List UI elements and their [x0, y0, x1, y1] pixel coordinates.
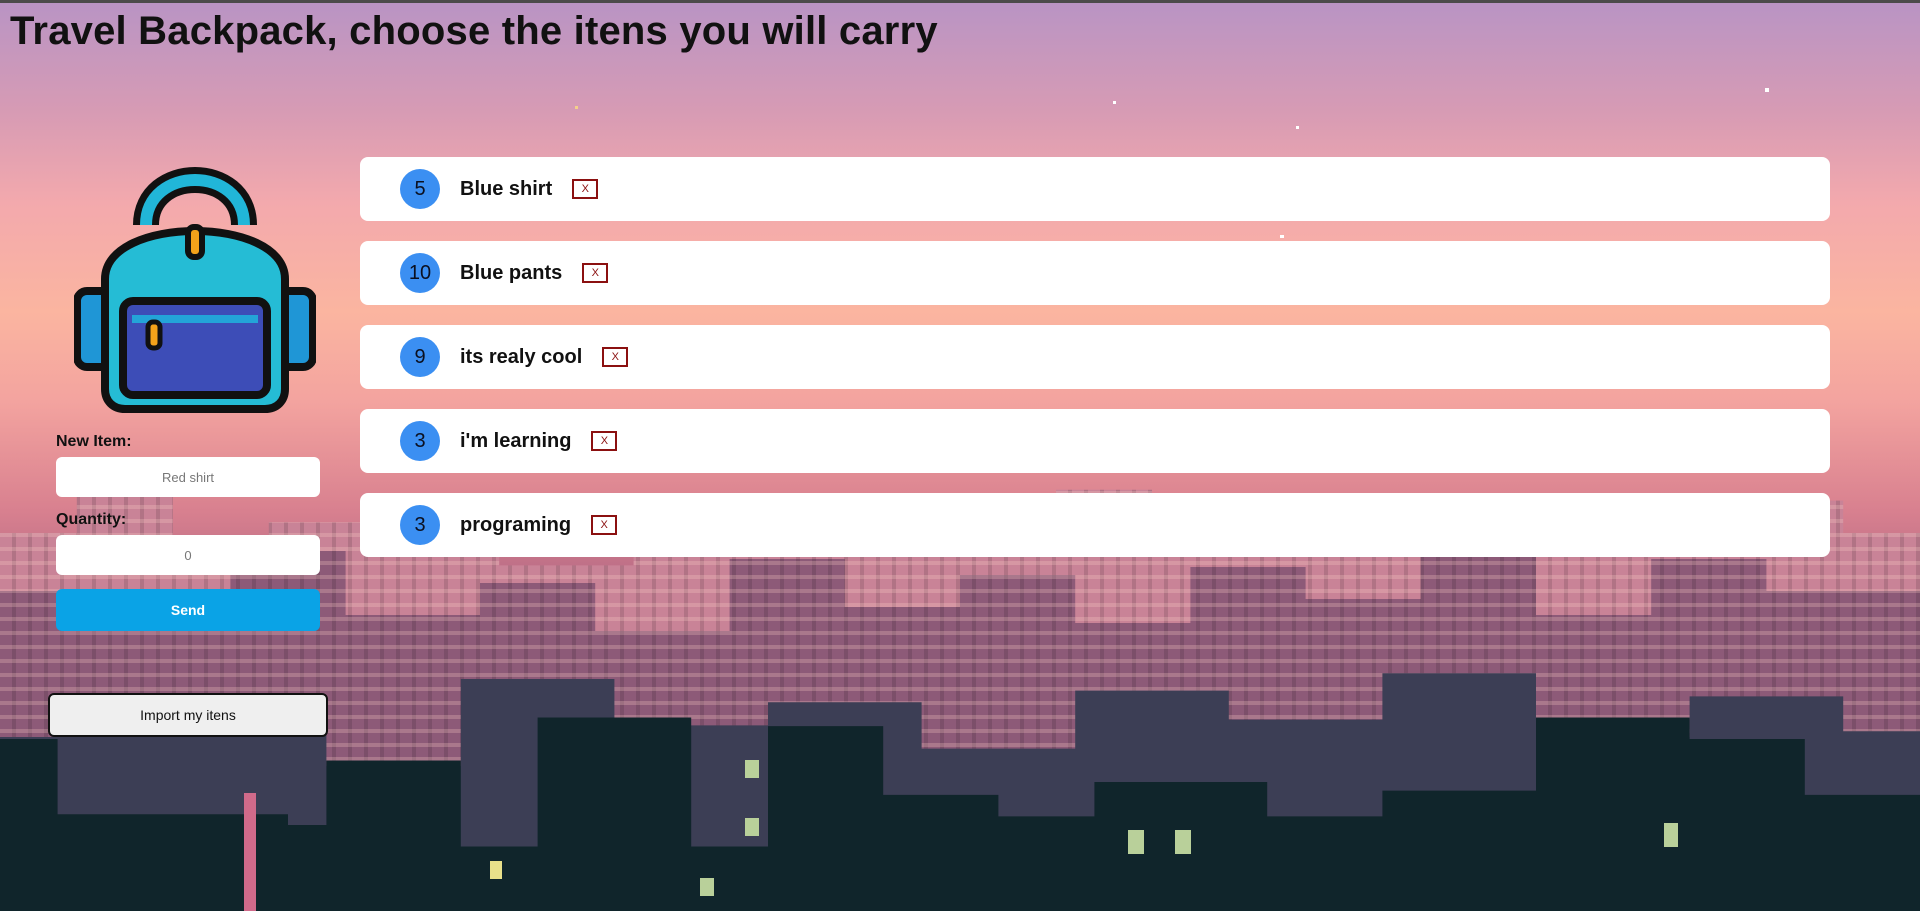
item-name: its realy cool	[460, 345, 583, 368]
pink-tower	[244, 793, 256, 911]
list-item: 5 Blue shirt X	[360, 157, 1830, 221]
page: Travel Backpack, choose the itens you wi…	[0, 0, 1920, 911]
list-item: 9 its realy cool X	[360, 325, 1830, 389]
import-items-button[interactable]: Import my itens	[48, 693, 328, 737]
new-item-label: New Item:	[56, 433, 132, 450]
lit-window	[1664, 823, 1678, 847]
send-button[interactable]: Send	[56, 589, 320, 631]
lit-window	[1175, 830, 1191, 854]
new-item-input[interactable]	[56, 457, 320, 497]
remove-item-button[interactable]: X	[582, 263, 609, 283]
item-name: programing	[460, 513, 572, 536]
quantity-badge: 5	[400, 169, 440, 209]
lit-window	[490, 861, 502, 879]
remove-item-button[interactable]: X	[591, 515, 618, 535]
lit-window	[745, 760, 759, 778]
item-name: Blue shirt	[460, 177, 553, 200]
items-list: 5 Blue shirt X 10 Blue pants X 9 its rea…	[360, 157, 1830, 577]
quantity-badge: 9	[400, 337, 440, 377]
quantity-badge: 10	[400, 253, 440, 293]
lit-window	[700, 878, 714, 896]
list-item: 10 Blue pants X	[360, 241, 1830, 305]
new-item-form: New Item: Quantity: Send	[56, 433, 320, 631]
item-name: i'm learning	[460, 429, 572, 452]
remove-item-button[interactable]: X	[602, 347, 629, 367]
backpack-icon	[73, 155, 317, 413]
quantity-badge: 3	[400, 505, 440, 545]
page-title: Travel Backpack, choose the itens you wi…	[10, 9, 938, 53]
lit-window	[1128, 830, 1144, 854]
lit-window	[745, 818, 759, 836]
remove-item-button[interactable]: X	[572, 179, 599, 199]
remove-item-button[interactable]: X	[591, 431, 618, 451]
list-item: 3 programing X	[360, 493, 1830, 557]
quantity-badge: 3	[400, 421, 440, 461]
quantity-input[interactable]	[56, 535, 320, 575]
item-name: Blue pants	[460, 261, 563, 284]
quantity-label: Quantity:	[56, 511, 127, 528]
list-item: 3 i'm learning X	[360, 409, 1830, 473]
